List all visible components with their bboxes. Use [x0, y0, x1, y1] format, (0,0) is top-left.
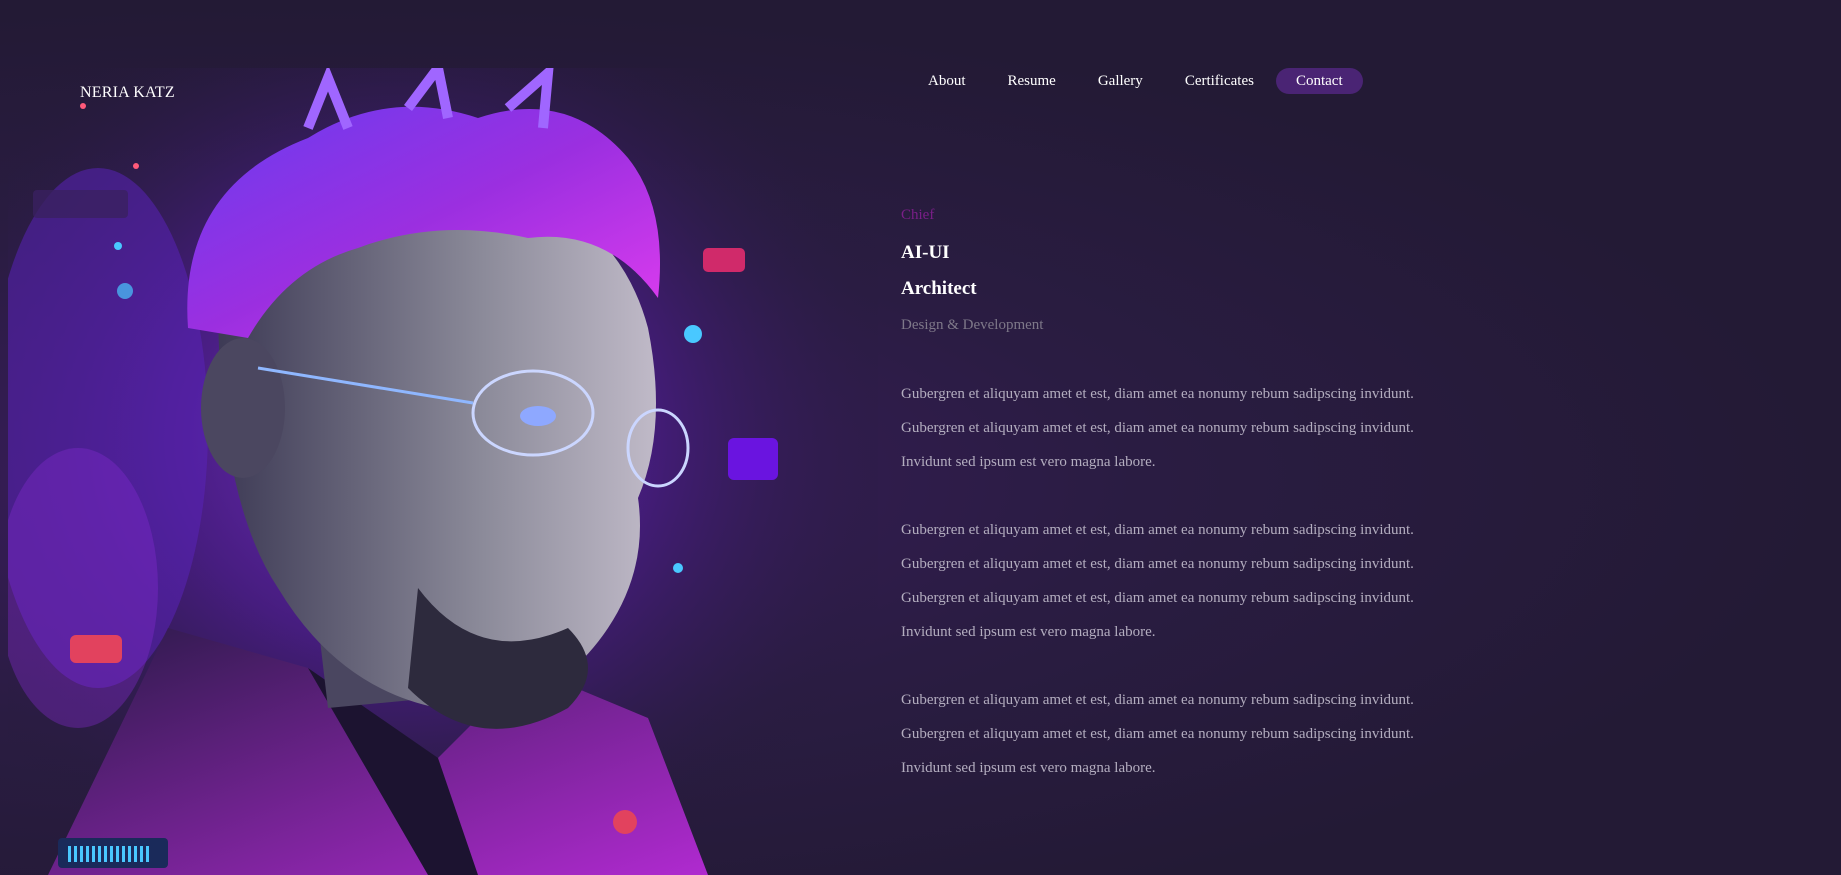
paragraph-line: Invidunt sed ipsum est vero magna labore… [901, 760, 1156, 776]
paragraph-3: Gubergren et aliquyam amet et est, diam … [901, 683, 1501, 785]
paragraph-line: Invidunt sed ipsum est vero magna labore… [901, 454, 1156, 470]
paragraph-line: Gubergren et aliquyam amet et est, diam … [901, 692, 1414, 708]
role-title-line1: AI-UI [901, 242, 950, 263]
paragraph-2: Gubergren et aliquyam amet et est, diam … [901, 513, 1501, 649]
page: NERIA KATZ About Resume Gallery Certific… [0, 0, 1841, 875]
nav-about[interactable]: About [908, 68, 986, 94]
paragraph-line: Gubergren et aliquyam amet et est, diam … [901, 726, 1414, 742]
paragraph-1: Gubergren et aliquyam amet et est, diam … [901, 377, 1501, 479]
nav-resume[interactable]: Resume [988, 68, 1076, 94]
hero-portrait-illustration [8, 68, 878, 875]
paragraph-line: Gubergren et aliquyam amet et est, diam … [901, 386, 1414, 402]
brand-name[interactable]: NERIA KATZ [80, 84, 175, 102]
nav-gallery[interactable]: Gallery [1078, 68, 1163, 94]
main-nav: About Resume Gallery Certificates Contac… [908, 68, 1365, 94]
intro-section: Chief AI-UI Architect Design & Developme… [901, 205, 1501, 785]
portrait-illustration-icon [8, 68, 878, 875]
role-title-line2: Architect [901, 278, 977, 299]
paragraph-line: Gubergren et aliquyam amet et est, diam … [901, 420, 1414, 436]
nav-contact[interactable]: Contact [1275, 68, 1363, 94]
paragraph-line: Gubergren et aliquyam amet et est, diam … [901, 522, 1414, 538]
paragraph-line: Gubergren et aliquyam amet et est, diam … [901, 556, 1414, 572]
paragraph-line: Gubergren et aliquyam amet et est, diam … [901, 590, 1414, 606]
paragraph-line: Invidunt sed ipsum est vero magna labore… [901, 624, 1156, 640]
role-subtitle: Design & Development [901, 317, 1044, 333]
role-eyebrow: Chief [901, 207, 935, 223]
nav-certificates[interactable]: Certificates [1165, 68, 1274, 94]
